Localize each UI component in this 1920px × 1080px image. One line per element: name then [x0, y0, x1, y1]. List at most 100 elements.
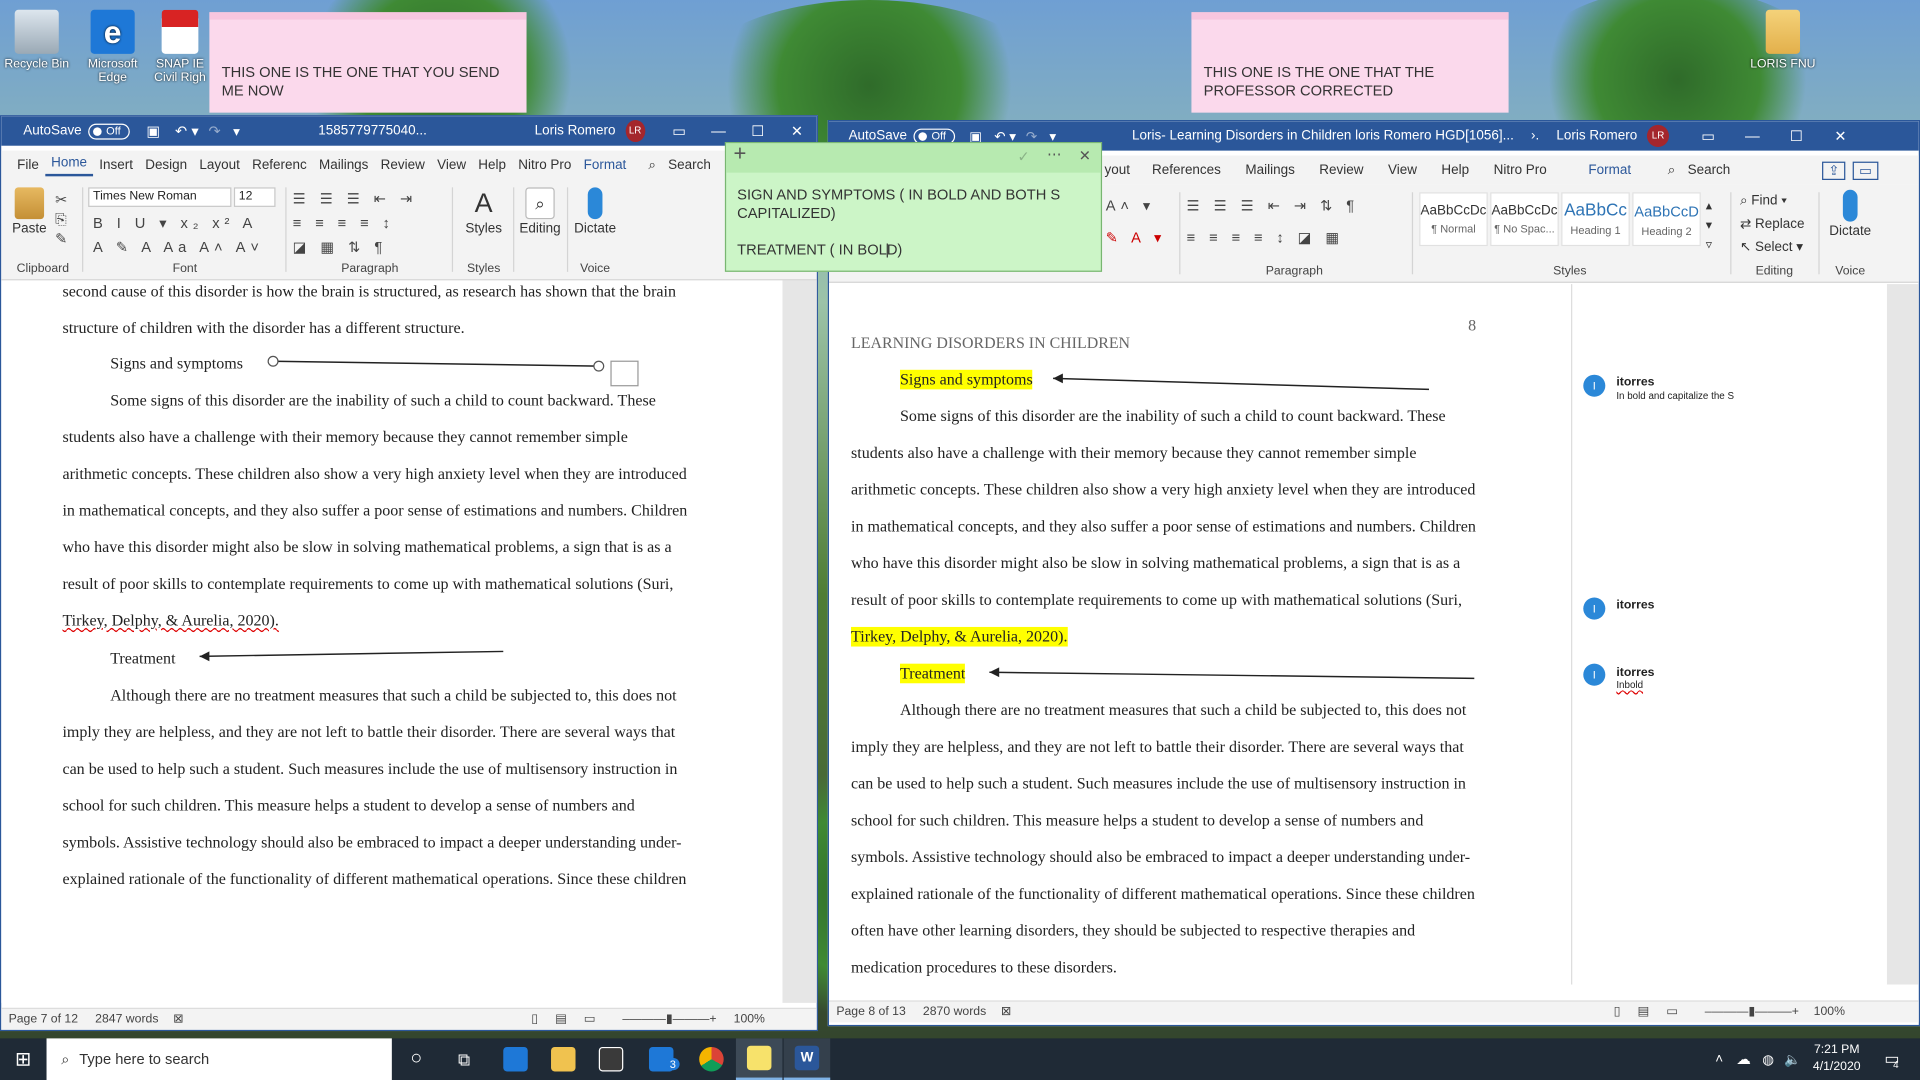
- comments-icon[interactable]: ▭: [1853, 161, 1879, 180]
- font-size-icons[interactable]: A˄ ▾: [1106, 197, 1155, 214]
- list-icons[interactable]: ☰ ☰ ☰ ⇤ ⇥: [293, 190, 418, 207]
- tab-layout[interactable]: yout: [1098, 163, 1136, 178]
- share-icon[interactable]: ⇪: [1822, 161, 1846, 180]
- user-name[interactable]: Loris Romero: [1556, 129, 1637, 144]
- tab-nitro-pro[interactable]: Nitro Pro: [1487, 163, 1552, 178]
- tab-layout[interactable]: Layout: [193, 158, 246, 173]
- vertical-scrollbar[interactable]: [782, 280, 817, 1003]
- word-taskbar-icon[interactable]: W: [783, 1038, 831, 1080]
- view-mode-icons[interactable]: ▯▤▭: [531, 1013, 612, 1026]
- folder-icon[interactable]: LORIS FNU: [1746, 9, 1819, 71]
- onedrive-icon[interactable]: ☁: [1731, 1038, 1755, 1080]
- zoom-slider[interactable]: –———▮———+: [622, 1013, 716, 1026]
- view-mode-icons[interactable]: ▯▤▭: [1614, 1005, 1695, 1018]
- close-button[interactable]: ✕: [1818, 127, 1862, 144]
- maximize-button[interactable]: ☐: [738, 122, 777, 139]
- user-avatar[interactable]: LR: [1647, 124, 1670, 147]
- add-note-icon[interactable]: +: [733, 142, 746, 164]
- more-icon[interactable]: ›.: [1531, 129, 1539, 144]
- pdf-file-icon[interactable]: SNAP IE Civil Righ: [149, 9, 210, 85]
- user-name[interactable]: Loris Romero: [535, 124, 616, 139]
- tab-design[interactable]: Design: [139, 158, 193, 173]
- network-icon[interactable]: ◍: [1756, 1038, 1780, 1080]
- arrow-shapes[interactable]: [829, 284, 1571, 984]
- style-heading-2[interactable]: AaBbCcD Heading 2: [1632, 192, 1701, 247]
- search-box[interactable]: Search: [662, 158, 717, 173]
- tab-help[interactable]: Help: [1435, 163, 1475, 178]
- align-icons[interactable]: ≡ ≡ ≡ ≡ ↕ ◪ ▦: [1187, 229, 1345, 246]
- zoom-level[interactable]: 100%: [734, 1013, 765, 1026]
- tab-view[interactable]: View: [1382, 163, 1423, 178]
- tab-file[interactable]: File: [11, 158, 45, 173]
- styles-button[interactable]: A Styles: [462, 187, 506, 237]
- document-page-left[interactable]: second cause of this disorder is how the…: [1, 280, 783, 1003]
- tab-review[interactable]: Review: [375, 158, 431, 173]
- recycle-bin-icon[interactable]: Recycle Bin: [0, 9, 73, 71]
- autosave-toggle[interactable]: Off: [87, 123, 130, 139]
- align-icons[interactable]: ≡ ≡ ≡ ≡ ↕: [293, 214, 395, 231]
- tab-review[interactable]: Review: [1313, 163, 1369, 178]
- chrome-icon[interactable]: [688, 1038, 735, 1080]
- word-count[interactable]: 2870 words: [923, 1005, 986, 1018]
- ribbon-display-icon[interactable]: ▭: [1686, 127, 1730, 144]
- tab-home[interactable]: Home: [44, 155, 94, 176]
- font-color-icons[interactable]: A ✎ A Aa A˄ A˅: [93, 239, 264, 256]
- sticky-note-window[interactable]: + ✓ ⋯ ✕ SIGN AND SYMPTOMS ( IN BOLD AND …: [724, 142, 1103, 272]
- windows-start-icon[interactable]: ⊞: [0, 1038, 47, 1080]
- list-icons[interactable]: ☰ ☰ ☰ ⇤ ⇥ ⇅ ¶: [1187, 197, 1360, 214]
- sticky-note-line2[interactable]: TREATMENT ( IN BOLD): [737, 241, 1092, 259]
- zoom-slider[interactable]: –———▮———+: [1705, 1005, 1799, 1018]
- style-normal[interactable]: AaBbCcDc ¶ Normal: [1419, 192, 1488, 247]
- tab-view[interactable]: View: [431, 158, 472, 173]
- mail-icon[interactable]: 3: [637, 1038, 686, 1080]
- arrow-shapes[interactable]: [1, 280, 782, 1002]
- maximize-button[interactable]: ☐: [1774, 127, 1818, 144]
- check-icon[interactable]: ✓: [1018, 148, 1030, 166]
- proofing-icon[interactable]: ⊠: [1001, 1005, 1011, 1018]
- tab-references[interactable]: References: [1146, 163, 1227, 178]
- page-count[interactable]: Page 8 of 13: [836, 1005, 905, 1018]
- tab-references[interactable]: Referenc: [246, 158, 313, 173]
- volume-icon[interactable]: 🔈: [1780, 1038, 1804, 1080]
- zoom-level[interactable]: 100%: [1814, 1005, 1845, 1018]
- tab-format[interactable]: Format: [1582, 163, 1637, 178]
- proofing-icon[interactable]: ⊠: [173, 1013, 183, 1026]
- more-options-icon[interactable]: ⋯: [1047, 146, 1062, 164]
- font-format-icons[interactable]: B I U ▾ x₂ x² A: [93, 214, 257, 231]
- sticky-notes-taskbar-icon[interactable]: [735, 1038, 783, 1080]
- dictate-button[interactable]: Dictate: [1826, 189, 1875, 240]
- font-name-box[interactable]: Times New Roman: [88, 187, 232, 207]
- user-avatar[interactable]: LR: [625, 120, 645, 143]
- undo-icon[interactable]: ↶ ▾: [175, 122, 199, 139]
- replace-button[interactable]: ⇄ Replace: [1740, 213, 1804, 236]
- vertical-scrollbar[interactable]: [1886, 284, 1919, 985]
- find-button[interactable]: ⌕ Find ▾: [1740, 190, 1804, 213]
- redo-icon[interactable]: ↷: [209, 122, 221, 139]
- edge-taskbar-icon[interactable]: [492, 1038, 539, 1080]
- cortana-icon[interactable]: ○: [394, 1038, 438, 1080]
- tab-mailings[interactable]: Mailings: [313, 158, 375, 173]
- file-explorer-icon[interactable]: [540, 1038, 587, 1080]
- comment-text[interactable]: Inbold: [1616, 680, 1643, 691]
- ribbon-display-icon[interactable]: ▭: [660, 122, 699, 139]
- word-count[interactable]: 2847 words: [95, 1013, 158, 1026]
- clipboard-small-icons[interactable]: ✂ ⎘ ✎: [55, 190, 67, 249]
- taskbar-search-box[interactable]: ⌕ Type here to search: [46, 1038, 392, 1080]
- close-button[interactable]: ✕: [777, 122, 816, 139]
- search-box[interactable]: Search: [1681, 163, 1736, 178]
- save-icon[interactable]: ▣: [146, 122, 160, 139]
- dictate-button[interactable]: Dictate: [572, 187, 619, 237]
- document-page-right[interactable]: LEARNING DISORDERS IN CHILDREN 8 Signs a…: [828, 284, 1572, 985]
- select-button[interactable]: ↖ Select ▾: [1740, 236, 1804, 259]
- font-color-icons[interactable]: ✎ A ▾: [1106, 229, 1167, 246]
- tab-mailings[interactable]: Mailings: [1239, 163, 1301, 178]
- sticky-note-line1[interactable]: SIGN AND SYMPTOMS ( IN BOLD AND BOTH S C…: [737, 186, 1092, 223]
- comment-text[interactable]: In bold and capitalize the S: [1616, 391, 1734, 402]
- tab-nitro-pro[interactable]: Nitro Pro: [512, 158, 577, 173]
- desktop-sticky-note-right[interactable]: THIS ONE IS THE ONE THAT THE PROFESSOR C…: [1191, 12, 1509, 113]
- minimize-button[interactable]: —: [1730, 127, 1774, 144]
- font-size-box[interactable]: 12: [233, 187, 276, 207]
- customize-qat-icon[interactable]: ▾: [233, 123, 240, 139]
- show-hidden-icons[interactable]: ˄: [1707, 1038, 1731, 1080]
- editing-button[interactable]: ⌕ Editing: [518, 187, 562, 237]
